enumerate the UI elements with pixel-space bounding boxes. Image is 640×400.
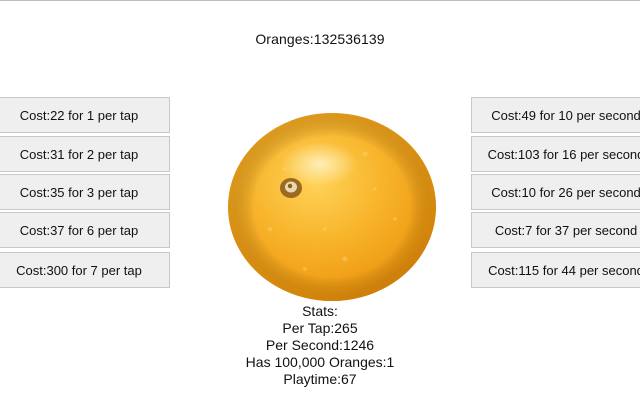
tap-upgrade-button[interactable]: Cost:22 for 1 per tap [0,97,170,133]
second-upgrade-button[interactable]: Cost:115 for 44 per second [471,252,640,288]
stats-panel: Stats: Per Tap:265 Per Second:1246 Has 1… [0,303,640,388]
stats-title: Stats: [302,303,338,319]
stat-per-second: Per Second:1246 [265,337,375,353]
second-upgrade-button[interactable]: Cost:7 for 37 per second [471,212,640,248]
tap-upgrade-button[interactable]: Cost:35 for 3 per tap [0,174,170,210]
orange-fruit-icon[interactable] [225,109,439,305]
stat-achievement: Has 100,000 Oranges:1 [245,354,395,370]
tap-upgrade-button[interactable]: Cost:300 for 7 per tap [0,252,170,288]
game-screen: Oranges:132536139 Cost:22 for 1 per tap … [0,0,640,400]
second-upgrade-button[interactable]: Cost:49 for 10 per second [471,97,640,133]
orange-navel-icon [280,178,302,198]
tap-upgrade-button[interactable]: Cost:37 for 6 per tap [0,212,170,248]
stat-per-tap: Per Tap:265 [282,320,358,336]
stat-playtime: Playtime:67 [283,371,357,387]
orange-counter: Oranges:132536139 [255,31,385,47]
orange-fruit-icon[interactable] [225,109,439,305]
tap-upgrade-button[interactable]: Cost:31 for 2 per tap [0,136,170,172]
second-upgrade-button[interactable]: Cost:10 for 26 per second [471,174,640,210]
second-upgrade-button[interactable]: Cost:103 for 16 per second [471,136,640,172]
